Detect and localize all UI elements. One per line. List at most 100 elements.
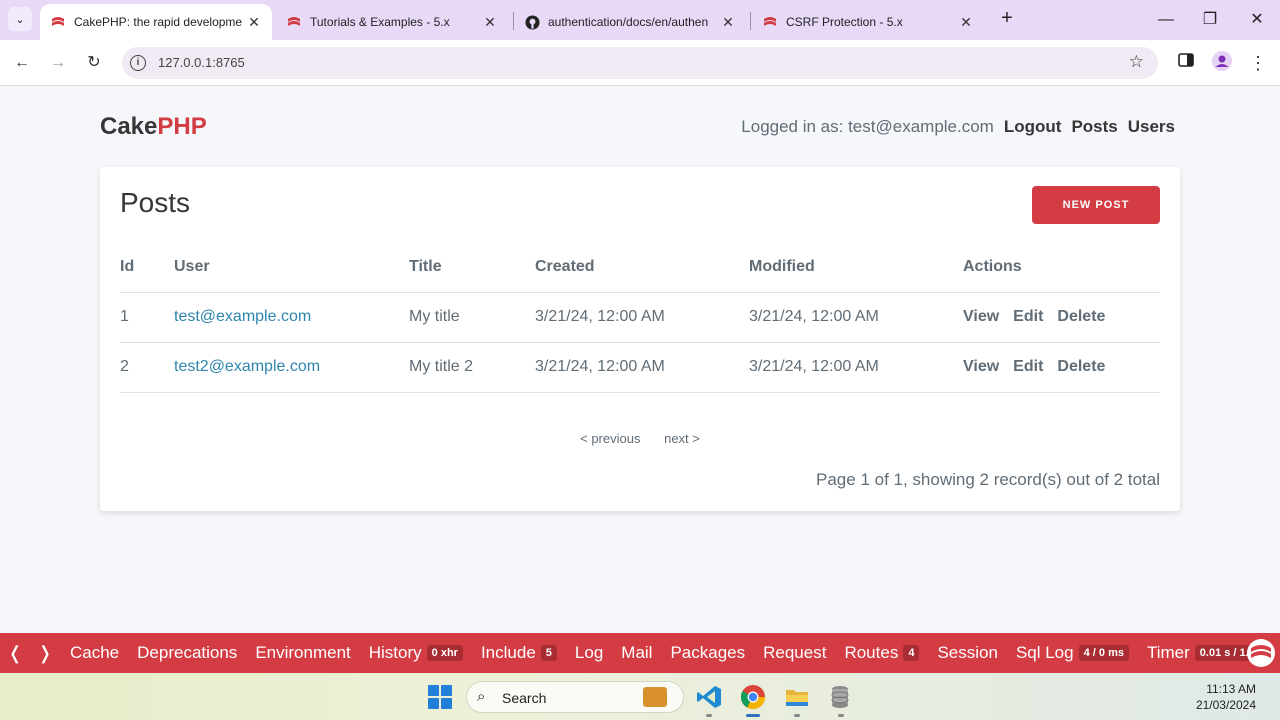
file-explorer-icon[interactable] bbox=[783, 683, 811, 711]
windows-taskbar: ⌕ Search 11:13 AM 21/03/2024 bbox=[0, 673, 1280, 720]
debugkit-panel-include[interactable]: Include 5 bbox=[481, 643, 557, 663]
debugkit-panel-environment[interactable]: Environment bbox=[255, 643, 350, 663]
forward-arrow-icon[interactable]: → bbox=[46, 51, 70, 75]
address-bar[interactable]: i 127.0.0.1:8765 ☆ bbox=[122, 47, 1158, 79]
user-link[interactable]: test2@example.com bbox=[174, 358, 320, 375]
debugkit-badge: 5 bbox=[540, 645, 557, 661]
tab-title: Tutorials & Examples - 5.x bbox=[310, 15, 450, 29]
next-page-link[interactable]: next > bbox=[664, 431, 700, 446]
edit-link[interactable]: Edit bbox=[1013, 358, 1043, 375]
debugkit-badge: 4 / 0 ms bbox=[1078, 645, 1129, 661]
debugkit-panel-mail[interactable]: Mail bbox=[621, 643, 652, 663]
table-row: 2 test2@example.com My title 2 3/21/24, … bbox=[120, 342, 1160, 393]
debugkit-panel-session[interactable]: Session bbox=[937, 643, 997, 663]
debugkit-cakephp-logo-icon[interactable] bbox=[1246, 639, 1276, 667]
debugkit-expand-icon[interactable]: ❭ bbox=[30, 643, 60, 664]
tab-title: CakePHP: the rapid developme bbox=[74, 15, 243, 29]
close-icon[interactable]: ✕ bbox=[482, 14, 498, 31]
bookmark-star-icon[interactable]: ☆ bbox=[1129, 52, 1144, 72]
nav-posts-link[interactable]: Posts bbox=[1071, 117, 1117, 137]
cell-user: test2@example.com bbox=[174, 342, 409, 393]
tab-cakephp[interactable]: CakePHP: the rapid developme ✕ bbox=[40, 4, 272, 40]
cell-id: 1 bbox=[120, 292, 174, 343]
windows-start-icon[interactable] bbox=[428, 685, 452, 709]
site-info-icon[interactable]: i bbox=[130, 55, 146, 71]
table-row: 1 test@example.com My title 3/21/24, 12:… bbox=[120, 292, 1160, 343]
debugkit-panel-log[interactable]: Log bbox=[575, 643, 603, 663]
user-link[interactable]: test@example.com bbox=[174, 308, 311, 325]
debugkit-collapse-icon[interactable]: ❬ bbox=[0, 643, 30, 664]
debugkit-panel-timer[interactable]: Timer 0.01 s / 1.6 bbox=[1147, 643, 1260, 663]
search-highlight-icon bbox=[643, 687, 667, 707]
url-text[interactable]: 127.0.0.1:8765 bbox=[158, 55, 245, 70]
cakephp-logo[interactable]: CakePHP bbox=[100, 113, 207, 141]
browser-menu-icon[interactable]: ⋮ bbox=[1246, 51, 1270, 75]
delete-link[interactable]: Delete bbox=[1057, 358, 1105, 375]
column-header-user[interactable]: User bbox=[174, 242, 409, 293]
cell-actions: View Edit Delete bbox=[963, 342, 1160, 393]
new-post-button[interactable]: NEW POST bbox=[1032, 186, 1160, 224]
profile-avatar-icon[interactable] bbox=[1210, 51, 1234, 75]
tab-tutorials[interactable]: Tutorials & Examples - 5.x ✕ bbox=[276, 4, 508, 40]
debugkit-panel-history[interactable]: History 0 xhr bbox=[369, 643, 463, 663]
delete-link[interactable]: Delete bbox=[1057, 308, 1105, 325]
clock-time: 11:13 AM bbox=[1206, 682, 1256, 696]
cell-user: test@example.com bbox=[174, 292, 409, 343]
app-running-indicator bbox=[706, 714, 712, 717]
taskbar-search-label: Search bbox=[502, 690, 547, 706]
app-active-indicator bbox=[746, 714, 760, 717]
paginator: < previous next > bbox=[100, 431, 1180, 446]
view-link[interactable]: View bbox=[963, 358, 999, 375]
browser-tab-strip: ⌄ CakePHP: the rapid developme ✕ Tutoria… bbox=[0, 0, 1280, 40]
view-link[interactable]: View bbox=[963, 308, 999, 325]
new-tab-button[interactable]: + bbox=[996, 8, 1018, 30]
cell-title: My title bbox=[409, 292, 535, 343]
close-icon[interactable]: ✕ bbox=[958, 14, 974, 31]
page-content: CakePHP Logged in as: test@example.com L… bbox=[0, 87, 1280, 633]
database-icon[interactable] bbox=[827, 683, 855, 711]
window-close-icon[interactable]: ✕ bbox=[1245, 8, 1269, 32]
nav-users-link[interactable]: Users bbox=[1128, 117, 1175, 137]
previous-page-link[interactable]: < previous bbox=[580, 431, 640, 446]
column-header-created[interactable]: Created bbox=[535, 242, 749, 293]
system-clock[interactable]: 11:13 AM 21/03/2024 bbox=[1196, 681, 1256, 713]
tab-search-button[interactable]: ⌄ bbox=[8, 7, 32, 31]
debugkit-panel-request[interactable]: Request bbox=[763, 643, 826, 663]
close-icon[interactable]: ✕ bbox=[246, 14, 262, 31]
table-header-row: Id User Title Created Modified Actions bbox=[120, 242, 1160, 293]
minimize-icon[interactable]: — bbox=[1154, 8, 1178, 32]
taskbar-search[interactable]: ⌕ Search bbox=[466, 681, 684, 713]
brand-cake: Cake bbox=[100, 113, 158, 140]
cakephp-icon bbox=[762, 14, 778, 30]
column-header-modified[interactable]: Modified bbox=[749, 242, 963, 293]
cakephp-icon bbox=[50, 14, 66, 30]
cell-created: 3/21/24, 12:00 AM bbox=[535, 342, 749, 393]
reload-icon[interactable]: ↻ bbox=[82, 51, 106, 75]
chrome-icon[interactable] bbox=[739, 683, 767, 711]
debugkit-panel-routes[interactable]: Routes 4 bbox=[844, 643, 920, 663]
tab-title: authentication/docs/en/authen bbox=[548, 15, 709, 29]
close-icon[interactable]: ✕ bbox=[720, 14, 736, 31]
tab-github-authentication[interactable]: authentication/docs/en/authen ✕ bbox=[514, 4, 746, 40]
debugkit-panel-deprecations[interactable]: Deprecations bbox=[137, 643, 237, 663]
debugkit-toolbar: ❬ ❭ Cache Deprecations Environment Histo… bbox=[0, 633, 1280, 673]
edit-link[interactable]: Edit bbox=[1013, 308, 1043, 325]
posts-index-card: Posts NEW POST Id User Title Created Mod… bbox=[100, 167, 1180, 511]
column-header-id[interactable]: Id bbox=[120, 242, 174, 293]
cell-id: 2 bbox=[120, 342, 174, 393]
paginator-counter: Page 1 of 1, showing 2 record(s) out of … bbox=[816, 470, 1160, 489]
column-header-title[interactable]: Title bbox=[409, 242, 535, 293]
debugkit-panel-packages[interactable]: Packages bbox=[670, 643, 745, 663]
back-arrow-icon[interactable]: ← bbox=[10, 51, 34, 75]
vscode-icon[interactable] bbox=[695, 683, 723, 711]
nav-logout-link[interactable]: Logout bbox=[1004, 117, 1062, 137]
side-panel-icon[interactable] bbox=[1174, 51, 1198, 75]
tab-csrf-protection[interactable]: CSRF Protection - 5.x ✕ bbox=[752, 4, 984, 40]
restore-icon[interactable]: ❐ bbox=[1198, 8, 1222, 32]
debugkit-panel-cache[interactable]: Cache bbox=[70, 643, 119, 663]
brand-php: PHP bbox=[157, 113, 207, 140]
debugkit-panel-sql-log[interactable]: Sql Log 4 / 0 ms bbox=[1016, 643, 1129, 663]
cell-title: My title 2 bbox=[409, 342, 535, 393]
browser-toolbar: ← → ↻ i 127.0.0.1:8765 ☆ ⋮ bbox=[0, 40, 1280, 86]
page-title: Posts bbox=[120, 187, 191, 218]
